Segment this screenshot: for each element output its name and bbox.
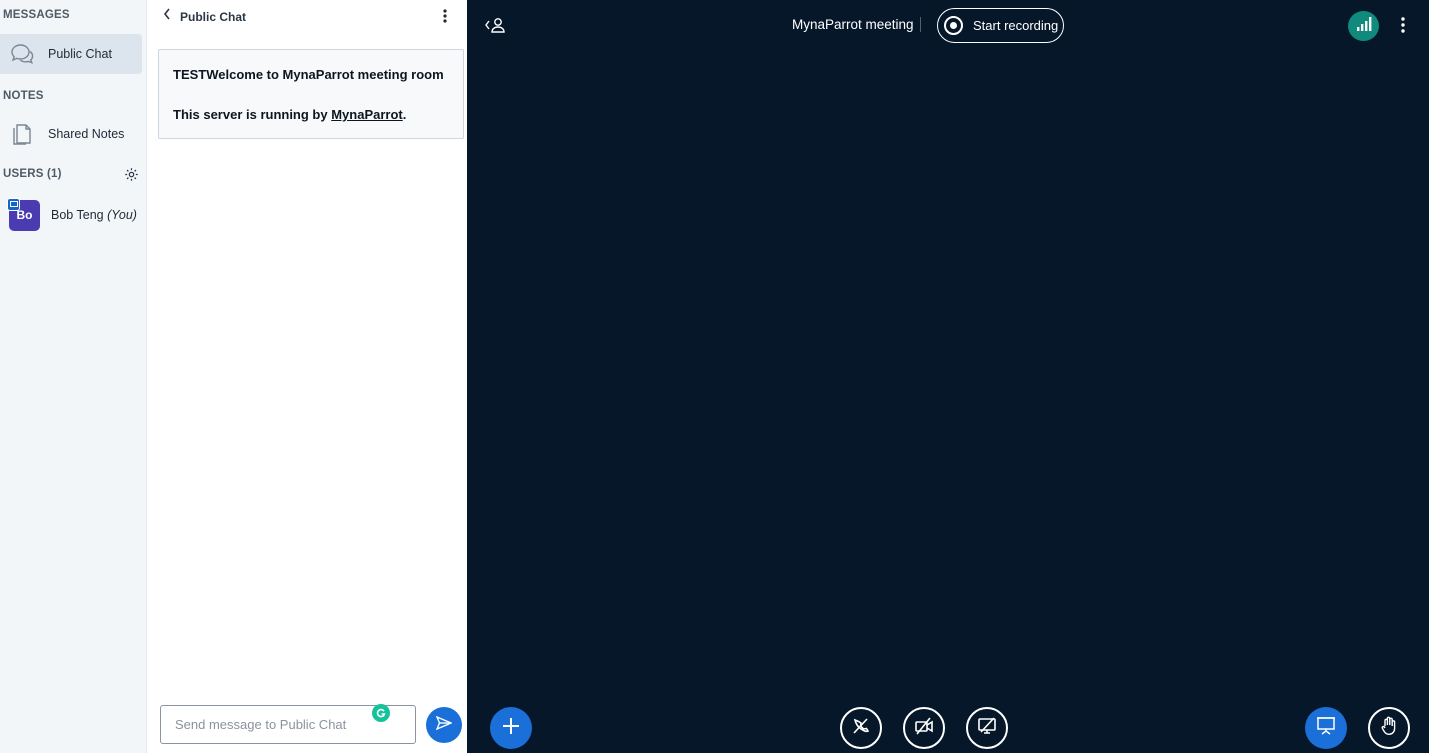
- welcome-message: TESTWelcome to MynaParrot meeting room T…: [158, 49, 464, 139]
- hide-chat-button[interactable]: Public Chat: [162, 6, 246, 27]
- shared-notes-item[interactable]: Shared Notes: [0, 114, 142, 154]
- plus-icon: [502, 717, 520, 740]
- send-icon: [435, 715, 453, 735]
- record-icon: [944, 16, 963, 35]
- meeting-title: MynaParrot meeting: [792, 17, 914, 32]
- user-name: Bob Teng (You): [51, 208, 137, 222]
- mic-muted-icon: [851, 716, 871, 741]
- chevron-left-icon: [162, 6, 172, 27]
- user-name-text: Bob Teng: [51, 208, 104, 222]
- hand-icon: [1380, 716, 1398, 741]
- chat-title: Public Chat: [180, 9, 247, 24]
- options-menu-icon[interactable]: [1395, 14, 1411, 36]
- chat-bubbles-icon: [2, 34, 42, 74]
- welcome-line-2-prefix: This server is running by: [173, 107, 332, 122]
- chat-panel: Public Chat TESTWelcome to MynaParrot me…: [147, 0, 467, 753]
- notes-icon: [2, 114, 42, 154]
- actions-button[interactable]: [490, 707, 532, 749]
- welcome-line-2-suffix: .: [402, 107, 407, 122]
- user-list-item[interactable]: Bo Bob Teng (You): [0, 196, 146, 234]
- send-message-button[interactable]: [426, 707, 462, 743]
- screenshare-off-icon: [977, 716, 997, 740]
- share-webcam-button[interactable]: [903, 707, 945, 749]
- users-section-title: USERS (1): [3, 168, 62, 180]
- shared-notes-label: Shared Notes: [48, 127, 125, 141]
- user-list-sidebar: MESSAGES Public Chat NOTES Shared Notes …: [0, 0, 147, 753]
- welcome-line-1: TESTWelcome to MynaParrot meeting room: [173, 67, 444, 82]
- connection-status-button[interactable]: [1348, 11, 1379, 41]
- notes-section-title: NOTES: [3, 90, 44, 102]
- chat-options-icon[interactable]: [437, 5, 453, 27]
- grammarly-icon[interactable]: [372, 704, 390, 722]
- you-label: (You): [107, 208, 137, 222]
- chat-header: Public Chat: [147, 0, 467, 32]
- messages-section-title: MESSAGES: [3, 9, 70, 21]
- raise-hand-button[interactable]: [1368, 707, 1410, 749]
- avatar: Bo: [7, 197, 40, 231]
- presentation-icon: [1316, 716, 1336, 741]
- gear-icon[interactable]: [122, 165, 140, 183]
- video-off-icon: [914, 716, 934, 740]
- public-chat-label: Public Chat: [48, 47, 112, 61]
- title-divider: [920, 17, 921, 32]
- join-audio-button[interactable]: [840, 707, 882, 749]
- signal-bars-icon: [1356, 16, 1372, 36]
- start-recording-label: Start recording: [973, 18, 1059, 33]
- share-screen-button[interactable]: [966, 707, 1008, 749]
- start-recording-button[interactable]: Start recording: [937, 8, 1064, 43]
- mynaparrot-link[interactable]: MynaParrot: [331, 107, 403, 122]
- meeting-stage: MynaParrot meeting Start recording: [467, 0, 1429, 753]
- public-chat-item[interactable]: Public Chat: [0, 34, 142, 74]
- toggle-user-list-icon[interactable]: [483, 14, 507, 36]
- presentation-button[interactable]: [1305, 707, 1347, 749]
- presenter-badge-icon: [7, 197, 20, 211]
- welcome-line-2: This server is running by MynaParrot.: [173, 105, 449, 125]
